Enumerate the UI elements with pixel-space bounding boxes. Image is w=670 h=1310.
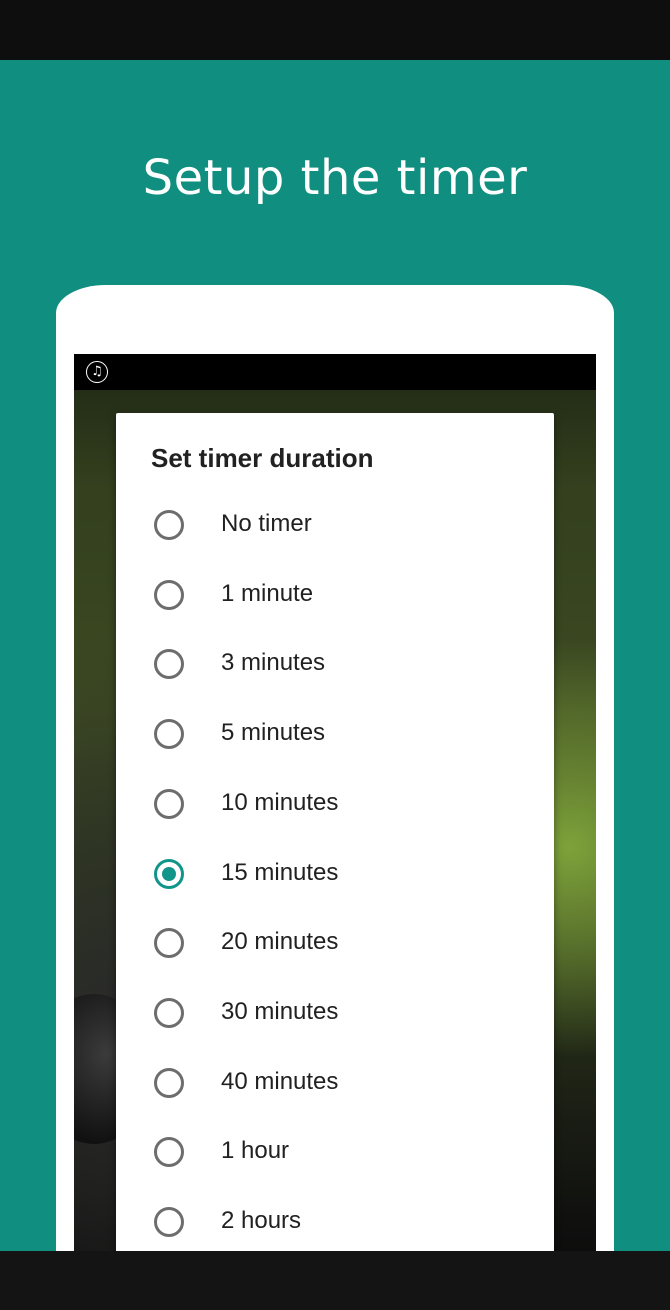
timer-option-label: No timer — [221, 510, 312, 537]
timer-option[interactable]: 2 hours — [116, 1188, 554, 1258]
dialog-title: Set timer duration — [151, 443, 374, 473]
timer-option-label: 30 minutes — [221, 997, 339, 1025]
timer-option[interactable]: 15 minutes — [116, 840, 554, 910]
timer-option[interactable]: 1 minute — [116, 561, 554, 631]
timer-option-label: 1 hour — [221, 1137, 290, 1165]
timer-option-label: 2 hours — [221, 1207, 302, 1234]
radio-unchecked-icon[interactable] — [154, 928, 184, 959]
timer-option-label: 5 minutes — [221, 719, 326, 747]
timer-dialog: Set timer duration No timer 1 minute 3 min… — [116, 413, 554, 1273]
timer-option-label: 20 minutes — [221, 928, 339, 956]
radio-unchecked-icon[interactable] — [154, 1207, 184, 1237]
top-bar — [0, 0, 670, 60]
timer-option[interactable]: 5 minutes — [116, 700, 554, 770]
timer-option-label: 10 minutes — [221, 788, 339, 816]
timer-option-label: 15 minutes — [221, 858, 339, 886]
radio-unchecked-icon[interactable] — [154, 1067, 184, 1098]
timer-option[interactable]: 3 minutes — [116, 630, 554, 700]
timer-option[interactable]: 10 minutes — [116, 770, 554, 840]
radio-unchecked-icon[interactable] — [154, 719, 184, 750]
timer-option[interactable]: 20 minutes — [116, 909, 554, 979]
timer-option-label: 1 minute — [221, 579, 314, 607]
promo-title: Setup the timer — [142, 150, 528, 206]
timer-option[interactable]: 30 minutes — [116, 979, 554, 1049]
radio-unchecked-icon[interactable] — [154, 1137, 184, 1168]
timer-option-label: 3 minutes — [221, 649, 326, 677]
radio-unchecked-icon[interactable] — [154, 510, 184, 540]
radio-unchecked-icon[interactable] — [154, 649, 184, 680]
bottom-bar — [0, 1251, 670, 1310]
timer-option[interactable]: 40 minutes — [116, 1049, 554, 1119]
radio-unchecked-icon[interactable] — [154, 997, 184, 1028]
timer-option-label: 40 minutes — [221, 1067, 339, 1095]
timer-option[interactable]: No timer — [116, 491, 554, 561]
timer-option[interactable]: 1 hour — [116, 1118, 554, 1188]
phone-status-bar: ♫ — [74, 354, 596, 390]
radio-unchecked-icon[interactable] — [154, 579, 184, 610]
music-note-icon: ♫ — [86, 361, 108, 383]
radio-unchecked-icon[interactable] — [154, 788, 184, 819]
radio-checked-icon[interactable] — [154, 858, 184, 889]
